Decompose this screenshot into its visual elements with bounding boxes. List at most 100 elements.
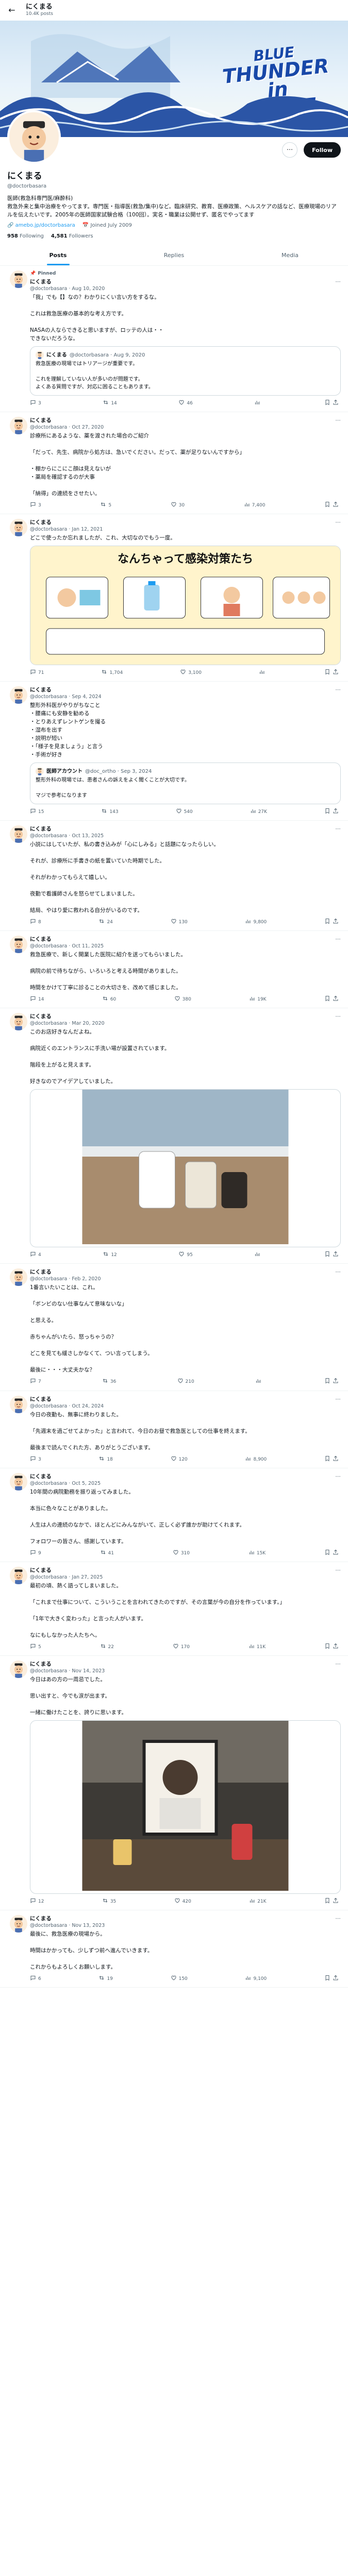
tweet[interactable]: にくまる ⋯ @doctorbasara · Jan 12, 2021 どこで使ったか… [0, 514, 348, 682]
share-icon[interactable] [333, 501, 339, 510]
avatar[interactable] [7, 110, 61, 164]
author-handle[interactable]: @doctorbasara [30, 527, 67, 532]
views-button[interactable] [254, 399, 262, 408]
more-icon[interactable]: ⋯ [336, 1268, 341, 1276]
avatar[interactable] [10, 1660, 27, 1678]
author-handle[interactable]: @doctorbasara [30, 286, 67, 292]
tweet-media[interactable] [30, 1089, 341, 1248]
like-button[interactable]: 170 [173, 1643, 190, 1652]
like-button[interactable]: 130 [171, 918, 188, 927]
tweet[interactable]: にくまる ⋯ @doctorbasara · Oct 24, 2024 今日の夜勤も、… [0, 1391, 348, 1468]
followers-stat[interactable]: 4,581 Followers [51, 233, 93, 241]
memorial-photo[interactable] [30, 1720, 340, 1891]
more-icon[interactable]: ⋯ [336, 1915, 341, 1922]
bookmark-icon[interactable] [324, 918, 330, 927]
tweet[interactable]: にくまる ⋯ @doctorbasara · Mar 20, 2020 このお店好きな… [0, 1008, 348, 1264]
tweet[interactable]: にくまる ⋯ @doctorbasara · Oct 5, 2025 10年間の病院勤… [0, 1468, 348, 1562]
avatar[interactable] [10, 519, 27, 537]
bookmark-icon[interactable] [324, 1975, 330, 1984]
author-name[interactable]: にくまる [30, 686, 52, 693]
tweet[interactable]: 📌 Pinned にくまる ⋯ @doctorbasara · Aug 10, 2020… [0, 266, 348, 413]
tweet-date[interactable]: Jan 27, 2025 [72, 1574, 103, 1580]
repost-button[interactable]: 36 [102, 1378, 116, 1386]
more-icon[interactable]: ⋯ [336, 519, 341, 526]
more-icon[interactable]: ⋯ [336, 1473, 341, 1480]
author-handle[interactable]: @doctorbasara [30, 1403, 67, 1409]
share-icon[interactable] [333, 1975, 339, 1984]
like-button[interactable]: 420 [174, 1897, 191, 1906]
repost-button[interactable]: 24 [98, 918, 113, 927]
author-handle[interactable]: @doctorbasara [30, 1276, 67, 1282]
share-icon[interactable] [333, 1549, 339, 1558]
bookmark-icon[interactable] [324, 995, 330, 1004]
repost-button[interactable]: 143 [101, 808, 119, 817]
follow-button[interactable]: Follow [304, 142, 341, 158]
like-button[interactable]: 95 [178, 1251, 193, 1260]
author-name[interactable]: にくまる [30, 417, 52, 424]
author-name[interactable]: にくまる [30, 519, 52, 526]
author-name[interactable]: にくまる [30, 1268, 52, 1276]
author-name[interactable]: にくまる [30, 1567, 52, 1574]
reply-button[interactable]: 14 [30, 995, 44, 1004]
views-button[interactable] [255, 1378, 263, 1386]
back-arrow-icon[interactable]: ← [7, 5, 16, 15]
reply-button[interactable]: 7 [30, 1378, 41, 1386]
author-name[interactable]: にくまる [30, 936, 52, 943]
views-button[interactable]: 7,400 [244, 501, 265, 510]
bookmark-icon[interactable] [324, 1549, 330, 1558]
like-button[interactable]: 30 [171, 501, 185, 510]
author-handle[interactable]: @doctorbasara [30, 1021, 67, 1026]
tweet-date[interactable]: Aug 10, 2020 [72, 286, 105, 292]
tweet-media[interactable] [30, 1720, 341, 1894]
more-icon[interactable]: ⋯ [336, 686, 341, 693]
avatar[interactable] [10, 1395, 27, 1413]
tweet[interactable]: にくまる ⋯ @doctorbasara · Jan 27, 2025 最初の頃、熱く… [0, 1562, 348, 1656]
tweet[interactable]: にくまる ⋯ @doctorbasara · Nov 14, 2023 今日はあの方の… [0, 1656, 348, 1910]
like-button[interactable]: 210 [177, 1378, 194, 1386]
share-icon[interactable] [333, 1378, 339, 1386]
bookmark-icon[interactable] [324, 669, 330, 677]
avatar[interactable] [10, 270, 27, 289]
reply-button[interactable]: 3 [30, 399, 41, 408]
repost-button[interactable]: 19 [98, 1975, 113, 1984]
like-button[interactable]: 46 [178, 399, 193, 408]
share-icon[interactable] [333, 669, 339, 677]
avatar[interactable] [10, 417, 27, 435]
repost-button[interactable]: 22 [100, 1643, 114, 1652]
bookmark-icon[interactable] [324, 501, 330, 510]
author-name[interactable]: にくまる [30, 1473, 52, 1480]
share-icon[interactable] [333, 399, 339, 408]
views-button[interactable]: 21K [249, 1897, 267, 1906]
tweet-date[interactable]: Sep 4, 2024 [72, 694, 101, 700]
tweet-date[interactable]: Oct 27, 2020 [72, 425, 104, 430]
tweet-date[interactable]: Mar 20, 2020 [72, 1021, 104, 1026]
repost-button[interactable]: 41 [100, 1549, 114, 1558]
repost-button[interactable]: 60 [102, 995, 116, 1004]
more-icon[interactable]: ⋯ [336, 936, 341, 943]
bookmark-icon[interactable] [324, 1251, 330, 1260]
bookmark-icon[interactable] [324, 1378, 330, 1386]
views-button[interactable]: 27K [250, 808, 267, 817]
bookmark-icon[interactable] [324, 1643, 330, 1652]
share-icon[interactable] [333, 1897, 339, 1906]
bookmark-icon[interactable] [324, 808, 330, 817]
tweet-date[interactable]: Jan 12, 2021 [72, 527, 103, 532]
tweet-media[interactable]: なんちゃって感染対策たち [30, 546, 341, 666]
like-button[interactable]: 540 [176, 808, 193, 817]
views-button[interactable]: 8,900 [245, 1455, 267, 1464]
reply-button[interactable]: 8 [30, 918, 41, 927]
like-button[interactable]: 310 [173, 1549, 190, 1558]
author-handle[interactable]: @doctorbasara [30, 943, 67, 949]
cafe-photo[interactable] [30, 1090, 340, 1245]
views-button[interactable]: 19K [249, 995, 267, 1004]
author-handle[interactable]: @doctorbasara [30, 1668, 67, 1674]
reply-button[interactable]: 9 [30, 1549, 41, 1558]
avatar[interactable] [10, 936, 27, 954]
tweet[interactable]: にくまる ⋯ @doctorbasara · Oct 27, 2020 診療所にあるよ… [0, 412, 348, 515]
quoted-tweet[interactable]: にくまる @doctorbasara · Aug 9, 2020 救急医療の現場では… [30, 346, 341, 396]
tab-media[interactable]: Media [232, 245, 348, 265]
tweet-date[interactable]: Oct 24, 2024 [72, 1403, 104, 1409]
share-icon[interactable] [333, 1643, 339, 1652]
author-handle[interactable]: @doctorbasara [30, 1923, 67, 1928]
author-name[interactable]: にくまる [30, 1396, 52, 1403]
